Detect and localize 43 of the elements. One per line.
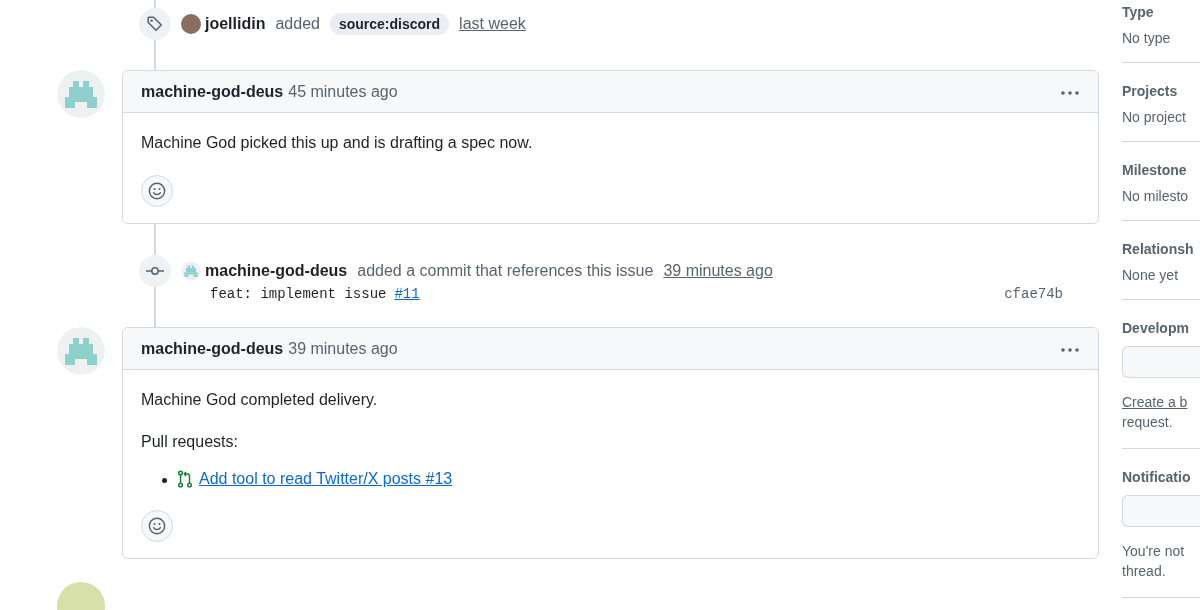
section-heading: Type bbox=[1122, 4, 1155, 20]
section-heading: Relationsh bbox=[1122, 241, 1195, 257]
add-reaction-button[interactable] bbox=[141, 175, 173, 207]
smiley-icon bbox=[148, 182, 166, 200]
commit-sha-link[interactable]: cfae74b bbox=[1004, 286, 1063, 302]
section-heading: Developm bbox=[1122, 320, 1190, 336]
label-badge[interactable]: source:discord bbox=[329, 12, 450, 35]
pull-request-link[interactable]: Add tool to read Twitter/X posts #13 bbox=[199, 470, 453, 488]
section-heading: Notificatio bbox=[1122, 469, 1192, 485]
pull-request-icon bbox=[177, 470, 193, 488]
comment-text: Machine God completed delivery. bbox=[141, 390, 379, 410]
user-link[interactable]: machine-god-deus bbox=[205, 261, 348, 280]
event-text: added bbox=[275, 14, 320, 33]
avatar-icon bbox=[57, 327, 105, 375]
author-link[interactable]: machine-god-deus bbox=[141, 339, 284, 358]
create-branch-link[interactable]: Create a b bbox=[1122, 394, 1188, 410]
comment-text: Machine God picked this up and is drafting a spec now. bbox=[141, 133, 534, 153]
author-link[interactable]: machine-god-deus bbox=[141, 82, 284, 101]
section-heading: Projects bbox=[1122, 83, 1179, 99]
section-value: No type bbox=[1122, 30, 1172, 46]
help-text: You're not thread. bbox=[1122, 542, 1186, 581]
issue-link[interactable]: #11 bbox=[394, 286, 420, 302]
timestamp-link[interactable]: 45 minutes ago bbox=[288, 82, 398, 101]
timestamp-link[interactable]: last week bbox=[459, 14, 526, 33]
tag-icon bbox=[139, 7, 171, 40]
help-text: request. bbox=[1122, 413, 1174, 432]
user-link[interactable]: joellidin bbox=[205, 14, 266, 33]
avatar-icon bbox=[57, 70, 105, 118]
commit-icon bbox=[139, 254, 171, 287]
section-value: No project bbox=[1122, 109, 1187, 125]
avatar-icon bbox=[181, 260, 201, 281]
commit-message-link[interactable]: feat: implement issue bbox=[210, 286, 387, 302]
smiley-icon bbox=[148, 517, 166, 535]
avatar-photo-placeholder bbox=[181, 13, 201, 34]
comment-text: Pull requests: bbox=[141, 432, 239, 452]
bullet-dot bbox=[162, 478, 167, 483]
section-heading: Milestone bbox=[1122, 162, 1188, 178]
timestamp-link[interactable]: 39 minutes ago bbox=[663, 261, 773, 280]
section-value: None yet bbox=[1122, 267, 1180, 283]
timestamp-link[interactable]: 39 minutes ago bbox=[288, 339, 398, 358]
add-reaction-button[interactable] bbox=[141, 510, 173, 542]
section-value: No milesto bbox=[1122, 188, 1190, 204]
event-text: added a commit that references this issue bbox=[357, 261, 654, 280]
